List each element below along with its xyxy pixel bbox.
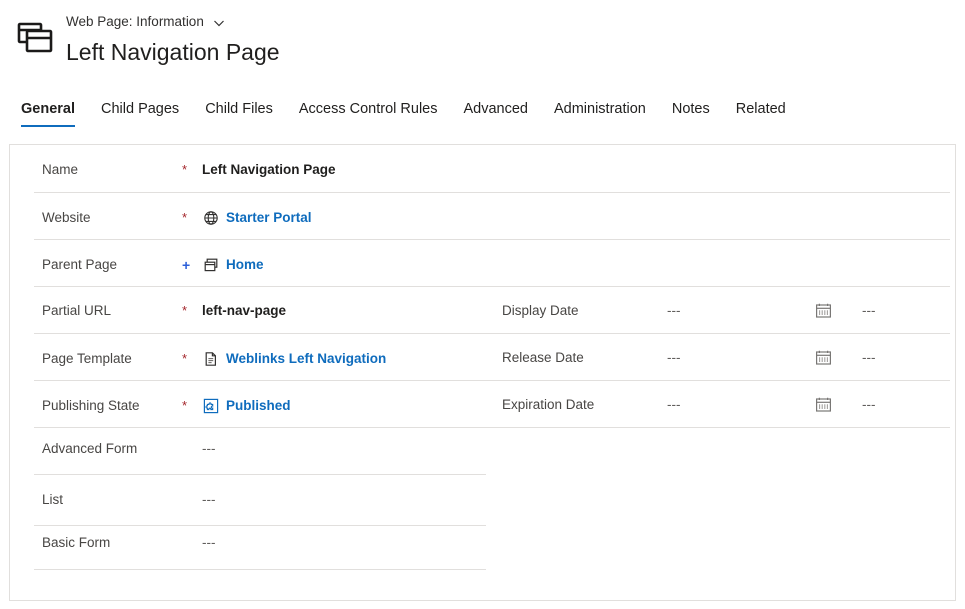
form-tab-bar: General Child Pages Child Files Access C… [8,98,799,130]
chevron-down-icon[interactable] [212,16,226,30]
tab-advanced[interactable]: Advanced [450,98,541,120]
web-pages-icon [12,16,58,62]
tab-notes[interactable]: Notes [659,98,723,120]
field-label-publishing-state: Publishing State [42,398,140,413]
field-name: Name * Left Navigation Page [42,162,336,177]
required-marker: * [182,350,188,366]
field-value-release-time[interactable]: --- [862,350,965,365]
field-label-advanced-form: Advanced Form [42,441,138,456]
calendar-icon[interactable] [815,302,832,319]
row-divider [34,569,486,570]
field-label-name: Name [42,162,79,177]
field-value-page-template[interactable]: Weblinks Left Navigation [226,351,386,366]
calendar-icon[interactable] [815,349,832,366]
required-marker: * [182,302,188,318]
field-value-publishing-state[interactable]: Published [226,398,291,413]
tab-child-pages[interactable]: Child Pages [88,98,192,120]
row-divider [502,380,950,381]
field-label-partial-url: Partial URL [42,303,112,318]
field-label-parent-page: Parent Page [42,257,118,272]
header-text-block: Web Page: Information Left Navigation Pa… [66,12,280,68]
field-value-advanced-form[interactable]: --- [202,441,216,456]
field-display-date: Display Date --- --- [502,302,965,319]
required-marker: * [182,209,188,225]
field-basic-form: Basic Form --- [42,535,216,550]
field-value-release-date[interactable]: --- [667,350,815,365]
field-list: List --- [42,492,216,507]
general-tab-form: Name * Left Navigation Page Website * St… [9,144,956,601]
puzzle-icon [202,397,219,414]
required-marker: * [182,397,188,413]
field-value-partial-url[interactable]: left-nav-page [202,303,286,318]
page-title: Left Navigation Page [66,39,280,65]
row-divider [34,192,950,193]
tab-administration[interactable]: Administration [541,98,659,120]
field-value-basic-form[interactable]: --- [202,535,216,550]
required-marker: * [182,161,188,177]
field-value-list[interactable]: --- [202,492,216,507]
field-value-expiration-date[interactable]: --- [667,397,815,412]
field-publishing-state: Publishing State * Published [42,397,291,414]
row-divider [34,525,486,526]
field-label-website: Website [42,210,91,225]
field-release-date: Release Date --- --- [502,349,965,366]
row-divider [502,333,950,334]
field-value-display-date[interactable]: --- [667,303,815,318]
record-header: Web Page: Information Left Navigation Pa… [0,0,965,92]
tab-child-files[interactable]: Child Files [192,98,286,120]
row-divider [34,474,486,475]
field-value-display-time[interactable]: --- [862,303,965,318]
field-advanced-form: Advanced Form --- [42,441,216,456]
field-label-expiration-date: Expiration Date [502,397,595,412]
field-website: Website * Starter Portal [42,209,312,226]
document-icon [202,350,219,367]
field-label-release-date: Release Date [502,350,584,365]
field-value-name[interactable]: Left Navigation Page [202,162,336,177]
row-divider [34,286,950,287]
field-label-page-template: Page Template [42,351,132,366]
field-partial-url: Partial URL * left-nav-page [42,303,286,318]
tab-access-control-rules[interactable]: Access Control Rules [286,98,451,120]
field-label-basic-form: Basic Form [42,535,111,550]
calendar-icon[interactable] [815,396,832,413]
field-parent-page: Parent Page + Home [42,256,264,273]
field-page-template: Page Template * Weblinks Left Navigation [42,350,386,367]
field-value-website[interactable]: Starter Portal [226,210,312,225]
entity-breadcrumb[interactable]: Web Page: Information [66,12,280,32]
row-divider [502,427,950,428]
tab-general[interactable]: General [8,98,88,127]
field-value-expiration-time[interactable]: --- [862,397,965,412]
field-expiration-date: Expiration Date --- --- [502,396,965,413]
entity-type-label: Web Page: Information [66,14,204,29]
globe-icon [202,209,219,226]
required-marker: + [182,256,191,273]
row-divider [34,239,950,240]
tab-related[interactable]: Related [723,98,799,120]
field-label-display-date: Display Date [502,303,579,318]
field-label-list: List [42,492,64,507]
field-value-parent-page[interactable]: Home [226,257,264,272]
web-pages-icon [202,256,219,273]
